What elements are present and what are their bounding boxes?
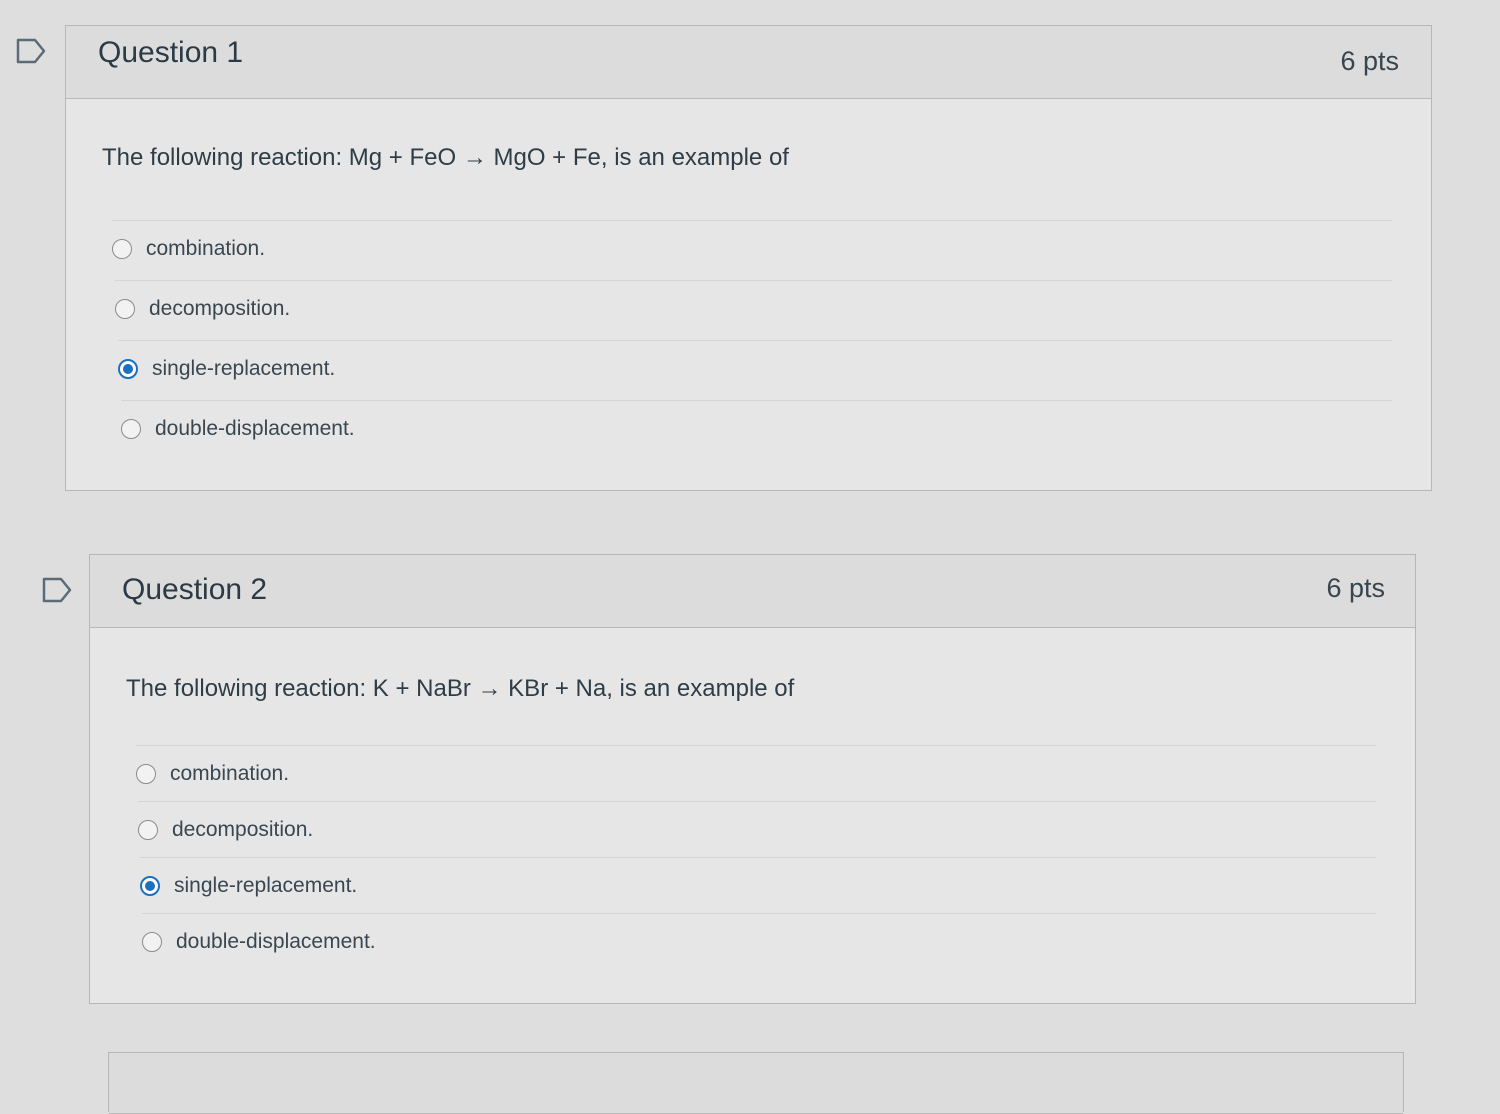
flag-question-icon[interactable] [42,577,72,603]
question-title: Question 2 [122,573,268,606]
answer-option[interactable]: combination. [136,745,1376,801]
radio-button[interactable] [138,819,158,840]
answer-option[interactable]: combination. [112,220,1392,276]
answer-option[interactable]: double-displacement. [121,400,1392,456]
radio-button[interactable] [136,763,156,784]
answer-label: combination. [146,236,266,260]
answer-label: double-displacement. [176,929,376,953]
question-header-2: Question 2 6 pts [90,555,1415,628]
question-card-2: Question 2 6 pts The following reaction:… [89,554,1416,1004]
answer-label: combination. [170,761,290,785]
answer-label: decomposition. [172,817,314,841]
answer-option[interactable]: single-replacement. [118,340,1392,396]
answer-option[interactable]: single-replacement. [140,857,1376,913]
answer-label: double-displacement. [155,416,355,440]
question-card-1: Question 1 6 pts The following reaction:… [65,25,1432,491]
question-title: Question 1 [98,36,244,69]
question-points: 6 pts [1340,46,1399,76]
answer-option[interactable]: decomposition. [115,280,1392,336]
radio-button-selected[interactable] [118,358,138,379]
radio-button[interactable] [121,418,141,439]
question-header-1: Question 1 6 pts [66,26,1431,99]
question-points: 6 pts [1326,573,1385,603]
answer-label: single-replacement. [174,873,358,897]
question-header-3 [109,1053,1403,1114]
answer-option[interactable]: double-displacement. [142,913,1376,969]
answer-option[interactable]: decomposition. [138,801,1376,857]
question-card-3-partial [108,1052,1404,1114]
question-text: The following reaction: Mg + FeO → MgO +… [102,144,789,171]
answer-label: single-replacement. [152,356,336,380]
radio-button[interactable] [142,931,162,952]
radio-button-selected[interactable] [140,875,160,896]
radio-button[interactable] [115,298,135,319]
question-text: The following reaction: K + NaBr → KBr +… [126,675,795,702]
radio-button[interactable] [112,238,132,259]
flag-question-icon[interactable] [16,38,46,64]
answer-label: decomposition. [149,296,291,320]
